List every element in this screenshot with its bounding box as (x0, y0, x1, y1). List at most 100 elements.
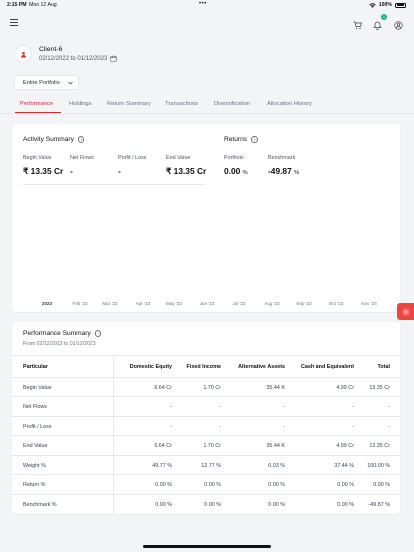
calendar-icon[interactable] (110, 55, 117, 62)
table-header-row: Particular Domestic Equity Fixed Income Alt… (12, 357, 400, 377)
table-cell: - (283, 423, 285, 430)
profit-loss-label: Profit / Loss (118, 155, 147, 161)
table-cell: -49.87 % (368, 501, 390, 508)
info-icon[interactable]: i (77, 136, 85, 143)
home-indicator[interactable] (143, 545, 271, 548)
table-cell: 0.00 % (337, 482, 354, 488)
x-tick-label: 2023 (41, 301, 53, 306)
row-label: Profit / Loss (23, 423, 52, 430)
net-flows-metric: Net Flows - (70, 155, 94, 176)
performance-summary-subtitle: From 02/12/2022 to 01/12/2023 (23, 341, 96, 347)
portfolio-return-unit: % (242, 170, 248, 176)
x-tick-label: Apr '23 (135, 301, 151, 306)
performance-summary-title-text: Performance Summary (23, 330, 91, 337)
begin-value-amount: ₹ 13.35 Cr (23, 166, 64, 176)
activity-divider (23, 184, 205, 185)
table-cell: 0.00 % (155, 501, 172, 508)
tab-transactions[interactable]: Transactions (165, 101, 198, 107)
table-cell: - (219, 404, 221, 410)
portfolio-return-value: 0.00 % (224, 166, 248, 176)
multitask-dots-icon[interactable]: ••• (199, 1, 207, 7)
x-tick-label: Jul '23 (232, 301, 246, 306)
returns-title: Returns i (224, 136, 258, 143)
tab-allocation-history[interactable]: Allocation History (267, 101, 312, 107)
x-tick-label: Jun '23 (199, 301, 215, 306)
net-flows-label: Net Flows (70, 155, 94, 161)
table-cell: 13.35 Cr (369, 384, 390, 391)
table-cell: 4.99 Cr (336, 384, 354, 391)
row-label: Return % (23, 482, 46, 488)
row-label: Weight % (23, 462, 46, 469)
column-header: Particular (23, 364, 48, 370)
benchmark-return-label: Benchmark (268, 155, 296, 161)
end-value-label: End Value (166, 155, 191, 161)
table-cell: 0.00 % (337, 501, 354, 508)
x-tick-label: Oct '23 (328, 301, 344, 306)
table-cell: 4.99 Cr (336, 443, 354, 449)
table-row: Weight % 49.77 % 12.77 % 0.03 % 37.44 % 100.0… (12, 454, 400, 475)
tab-diversification[interactable]: Diversification (214, 101, 250, 107)
end-value-amount: ₹ 13.35 Cr (166, 166, 207, 176)
table-cell: - (170, 404, 172, 410)
table-row: Begin Value 6.64 Cr 1.70 Cr 35.44 K 4.99 Cr 1… (12, 376, 400, 397)
portfolio-return-number: 0.00 (224, 166, 241, 176)
begin-value-metric: Begin Value ₹ 13.35 Cr (23, 155, 63, 176)
table-cell: 1.70 Cr (203, 443, 221, 449)
x-tick-label: Feb '23 (72, 301, 88, 306)
table-row: Net Flows - - - - - (12, 396, 400, 416)
tab-holdings[interactable]: Holdings (69, 101, 92, 107)
activity-summary-title: Activity Summary i (23, 136, 85, 143)
table-row: Return % 0.00 % 0.00 % 0.00 % 0.00 % 0.00 % (12, 474, 400, 494)
column-header: Fixed Income (186, 364, 221, 370)
table-cell: - (219, 423, 221, 430)
table-cell: - (388, 423, 390, 430)
begin-value-label: Begin Value (23, 155, 52, 161)
menu-icon[interactable] (10, 19, 18, 27)
returns-title-text: Returns (224, 136, 248, 143)
portfolio-select[interactable]: Entire Portfolio (14, 75, 79, 90)
wifi-icon (368, 2, 376, 8)
table-cell: - (352, 423, 354, 430)
table-cell: 100.00 % (367, 462, 390, 469)
date-range[interactable]: 02/12/2022 to 01/12/2023 (39, 55, 117, 62)
row-label: End Value (23, 443, 48, 449)
notification-badge: 1 (381, 14, 387, 20)
info-icon[interactable]: i (251, 136, 258, 143)
x-tick-label: Mar '23 (102, 301, 118, 306)
settings-fab[interactable] (397, 303, 414, 320)
account-icon[interactable] (394, 17, 404, 30)
portfolio-select-value: Entire Portfolio (23, 79, 60, 86)
chevron-down-icon (67, 81, 73, 84)
tab-performance[interactable]: Performance (20, 101, 53, 107)
column-header: Alternative Assets (238, 364, 285, 370)
status-bar: 2:15 PM Mon 12 Aug ••• 100% (0, 0, 414, 11)
row-label: Begin Value (23, 384, 52, 391)
benchmark-return-metric: Benchmark -49.87 % (268, 155, 299, 176)
column-header: Cash and Equivalent (300, 364, 354, 370)
table-cell: 0.00 % (155, 482, 172, 488)
table-cell: 35.44 K (266, 443, 285, 449)
date-range-text: 02/12/2022 to 01/12/2023 (39, 55, 108, 62)
notification-bell-icon[interactable]: 1 (373, 14, 387, 30)
status-time: 2:15 PM (7, 2, 27, 8)
benchmark-return-unit: % (294, 170, 300, 176)
table-cell: 1.70 Cr (203, 384, 221, 391)
info-icon[interactable]: i (94, 330, 102, 337)
gear-icon (402, 308, 409, 315)
portfolio-return-label: Portfolio (224, 155, 244, 161)
net-flows-amount: - (70, 166, 73, 176)
tab-return-summary[interactable]: Return Summary (107, 101, 151, 107)
battery-icon (395, 2, 406, 8)
column-header: Domestic Equity (129, 364, 172, 370)
cart-icon[interactable] (353, 17, 363, 30)
table-divider (12, 355, 400, 356)
row-label: Benchmark % (23, 501, 57, 508)
table-cell: - (170, 423, 172, 430)
table-cell: 0.00 % (373, 482, 390, 488)
battery-percent: 100% (378, 2, 392, 8)
table-cell: 0.00 % (268, 501, 285, 508)
table-cell: - (283, 404, 285, 410)
table-cell: 0.03 % (268, 462, 285, 469)
benchmark-return-value: -49.87 % (268, 166, 299, 176)
client-name: Client-6 (39, 46, 63, 53)
